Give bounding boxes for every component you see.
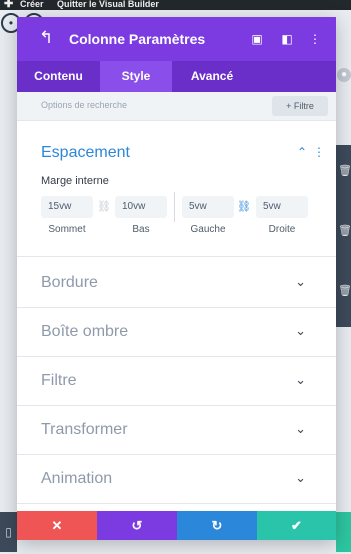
more-options-icon[interactable]: ⋮	[308, 31, 322, 47]
modal-header: ↰ Colonne Paramètres ▣ ◧ ⋮	[17, 17, 336, 61]
link-icon[interactable]: ⛓	[237, 200, 251, 213]
chevron-down-icon: ⌄	[295, 323, 306, 338]
padding-label: Marge interne	[41, 175, 109, 187]
padding-left-label: Gauche	[190, 224, 226, 235]
padding-bottom-label: Bas	[132, 224, 150, 235]
section-title[interactable]: Espacement	[41, 144, 130, 162]
padding-top-label: Sommet	[48, 224, 86, 235]
section-title: Animation	[41, 470, 113, 487]
padding-left-input[interactable]: 5vw	[182, 196, 234, 218]
filter-button[interactable]: + Filtre	[272, 96, 328, 116]
section-animation[interactable]: Animation ⌄	[17, 455, 336, 504]
create-link[interactable]: Créer	[20, 0, 44, 10]
redo-button[interactable]: ↻	[177, 511, 257, 540]
link-icon[interactable]: ⛓	[97, 200, 111, 213]
section-title: Boîte ombre	[41, 323, 129, 340]
quit-builder-link[interactable]: Quitter le Visual Builder	[57, 0, 159, 10]
chevron-down-icon: ⌄	[295, 421, 306, 436]
cancel-button[interactable]: ✕	[17, 511, 97, 540]
search-input[interactable]: Options de recherche	[41, 100, 127, 110]
search-icon[interactable]: ●	[337, 68, 351, 82]
divider	[174, 192, 175, 222]
section-title: Transformer	[41, 421, 128, 438]
section-filtre[interactable]: Filtre ⌄	[17, 357, 336, 406]
section-bordure[interactable]: Bordure ⌄	[17, 259, 336, 308]
chevron-down-icon: ⌄	[295, 372, 306, 387]
padding-bottom-input[interactable]: 10vw	[115, 196, 167, 218]
modal-title: Colonne Paramètres	[69, 31, 206, 47]
mobile-view-icon[interactable]: ▯	[0, 512, 17, 552]
plus-icon[interactable]: ✚	[4, 0, 13, 10]
undo-button[interactable]: ↺	[97, 511, 177, 540]
settings-modal: ↰ Colonne Paramètres ▣ ◧ ⋮ Contenu Style…	[17, 17, 336, 540]
chevron-down-icon: ⌄	[295, 274, 306, 289]
fullscreen-icon[interactable]: ▣	[250, 31, 264, 47]
tab-avance[interactable]: Avancé	[172, 61, 252, 92]
row-toolbar: 🗑 🗑 🗑	[336, 145, 351, 327]
admin-bar: ✚ Créer Quitter le Visual Builder	[0, 0, 351, 10]
search-row: Options de recherche + Filtre	[17, 92, 336, 121]
chevron-up-icon[interactable]: ⌃	[297, 145, 307, 159]
modal-footer: ✕ ↺ ↻ ✔	[17, 511, 336, 540]
padding-top-input[interactable]: 15vw	[41, 196, 93, 218]
sidebar-toggle-icon[interactable]: ◧	[280, 31, 294, 47]
section-title: Filtre	[41, 372, 77, 389]
more-vertical-icon[interactable]: ⋮	[313, 145, 325, 159]
chevron-down-icon: ⌄	[295, 470, 306, 485]
padding-right-label: Droite	[268, 224, 296, 235]
section-title: Bordure	[41, 274, 98, 291]
tab-bar: Contenu Style Avancé	[17, 61, 336, 92]
trash-icon[interactable]: 🗑	[338, 165, 351, 177]
trash-icon[interactable]: 🗑	[338, 285, 351, 297]
back-arrow-icon[interactable]: ↰	[39, 28, 53, 48]
padding-right-input[interactable]: 5vw	[256, 196, 308, 218]
section-espacement: Espacement ⌃ ⋮	[17, 121, 336, 257]
section-boite-ombre[interactable]: Boîte ombre ⌄	[17, 308, 336, 357]
trash-icon[interactable]: 🗑	[338, 225, 351, 237]
tab-style[interactable]: Style	[100, 61, 172, 92]
save-button[interactable]: ✔	[257, 511, 336, 540]
save-page-button[interactable]	[336, 512, 351, 552]
tab-contenu[interactable]: Contenu	[17, 61, 100, 92]
section-transformer[interactable]: Transformer ⌄	[17, 406, 336, 455]
